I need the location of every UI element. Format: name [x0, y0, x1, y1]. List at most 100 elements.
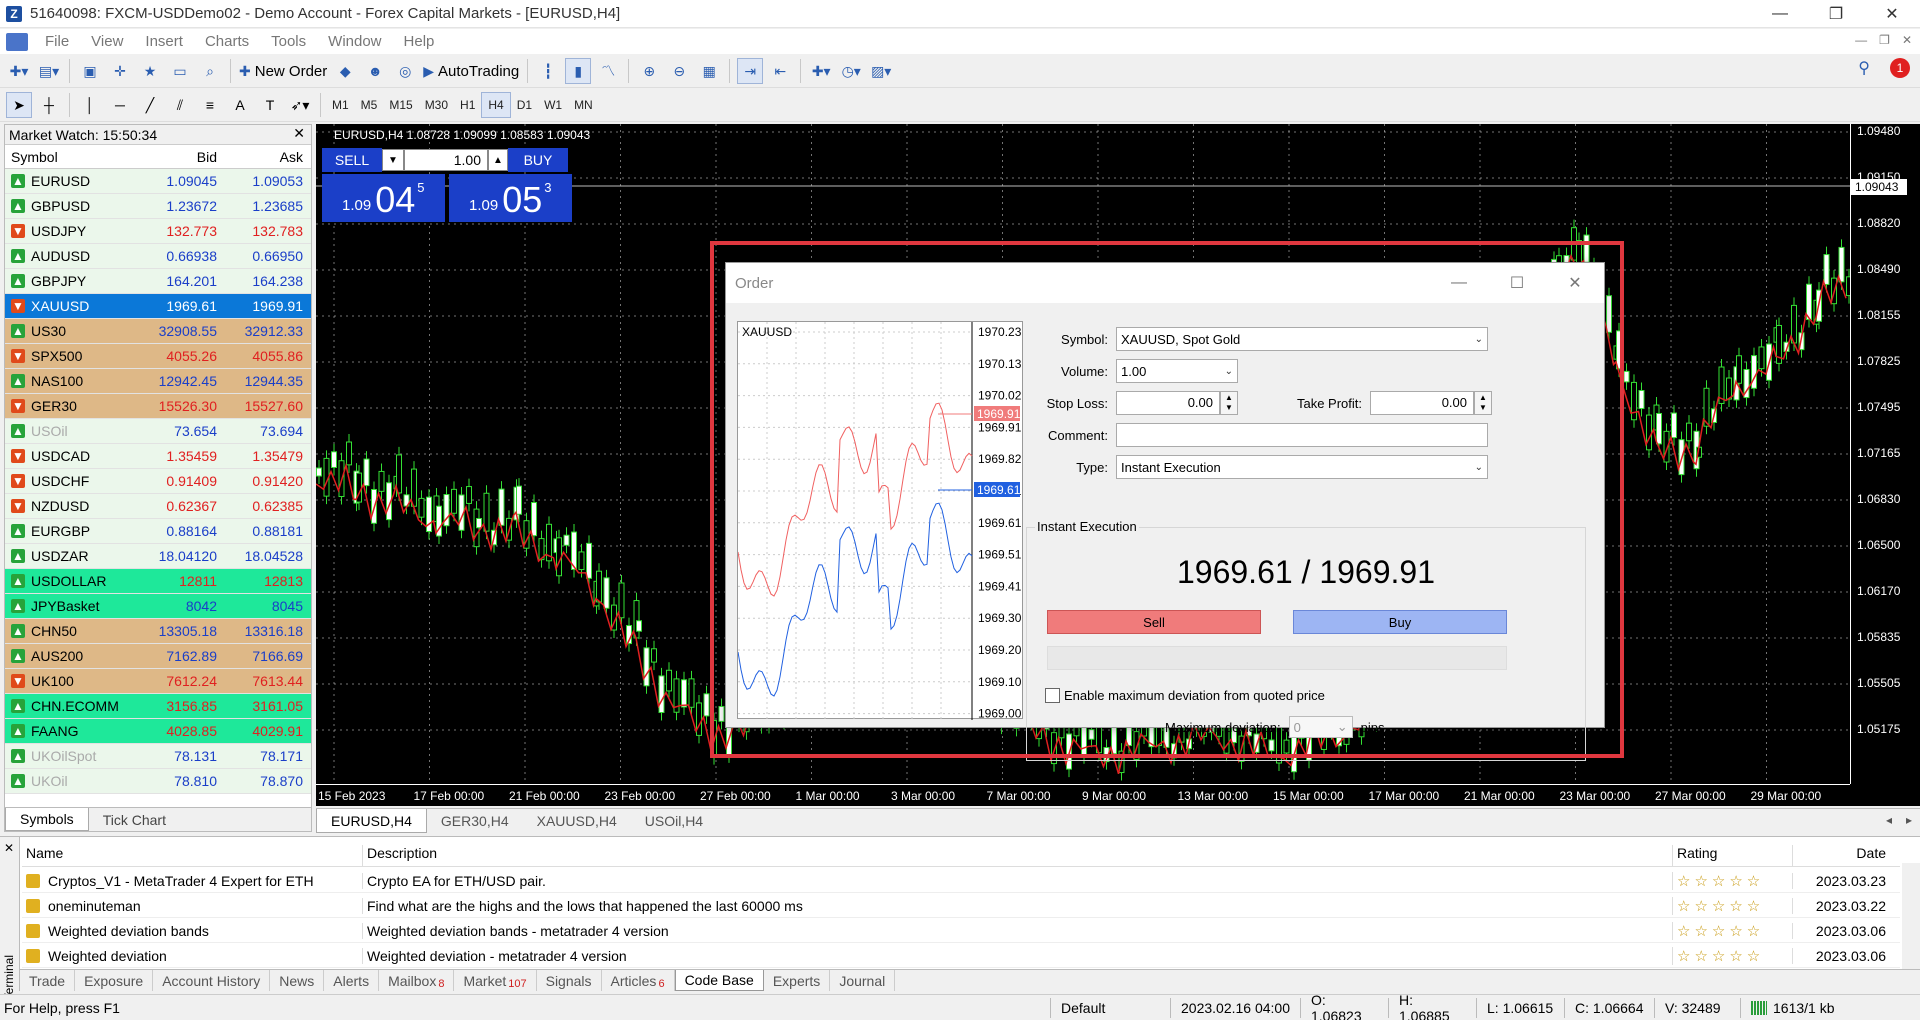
text-icon[interactable]: A: [227, 92, 253, 118]
one-click-buy-price[interactable]: 1.09 05 3: [449, 174, 572, 222]
close-icon[interactable]: ✕: [1546, 263, 1604, 303]
tf-h4[interactable]: H4: [481, 92, 511, 118]
mdi-window-icon[interactable]: [6, 32, 28, 51]
strategy-tester-icon[interactable]: ⌕: [197, 58, 223, 84]
chart-tab-xauusd[interactable]: XAUUSD,H4: [523, 809, 631, 833]
tf-d1[interactable]: D1: [511, 92, 538, 118]
terminal-icon[interactable]: ▭: [167, 58, 193, 84]
periods-icon[interactable]: ◷▾: [838, 58, 864, 84]
chart-tab-ger30[interactable]: GER30,H4: [427, 809, 523, 833]
market-watch-row[interactable]: ▲ UKOil 78.810 78.870: [5, 769, 311, 794]
notification-badge[interactable]: 1: [1890, 58, 1910, 78]
market-watch-row[interactable]: ▲ AUS200 7162.89 7166.69: [5, 644, 311, 669]
checkbox-icon[interactable]: [1045, 688, 1060, 703]
market-watch-row[interactable]: ▼ USDCAD 1.35459 1.35479: [5, 444, 311, 469]
arrows-icon[interactable]: ➶▾: [287, 92, 313, 118]
market-watch-row[interactable]: ▲ NAS100 12942.45 12944.35: [5, 369, 311, 394]
sell-button[interactable]: Sell: [1047, 610, 1261, 634]
terminal-tab-code-base[interactable]: Code Base: [674, 970, 764, 991]
terminal-tab-experts[interactable]: Experts: [764, 970, 831, 991]
menu-tools[interactable]: Tools: [260, 33, 317, 50]
zoom-in-icon[interactable]: ⊕: [636, 58, 662, 84]
market-watch-row[interactable]: ▲ USOil 73.654 73.694: [5, 419, 311, 444]
new-order-button[interactable]: ✚ New Order: [238, 58, 328, 84]
terminal-tab-market[interactable]: Market 107: [454, 970, 537, 991]
market-watch-row[interactable]: ▼ UK100 7612.24 7613.44: [5, 669, 311, 694]
metaeditor-icon[interactable]: ◆: [332, 58, 358, 84]
cursor-icon[interactable]: ➤: [6, 92, 32, 118]
profile-name[interactable]: Default: [1050, 997, 1170, 1018]
restore-button[interactable]: ❐: [1808, 0, 1864, 28]
col-description[interactable]: Description: [362, 845, 1672, 866]
menu-charts[interactable]: Charts: [194, 33, 260, 50]
line-chart-icon[interactable]: 〽: [595, 58, 621, 84]
tf-m30[interactable]: M30: [419, 92, 454, 118]
codebase-row[interactable]: Weighted deviation bands Weighted deviati…: [22, 919, 1900, 943]
menu-insert[interactable]: Insert: [134, 33, 194, 50]
bar-chart-icon[interactable]: ┇: [535, 58, 561, 84]
child-restore-icon[interactable]: ❐: [1879, 33, 1890, 47]
volume-stepper-icon[interactable]: ▲: [488, 149, 508, 171]
terminal-tab-mailbox[interactable]: Mailbox 8: [379, 970, 455, 991]
auto-scroll-icon[interactable]: ⇥: [737, 58, 764, 84]
market-watch-row[interactable]: ▲ CHN50 13305.18 13316.18: [5, 619, 311, 644]
market-watch-row[interactable]: ▲ JPYBasket 8042 8045: [5, 594, 311, 619]
deviation-select[interactable]: 0 ⌄: [1288, 716, 1353, 738]
comment-input[interactable]: [1116, 423, 1488, 447]
col-date[interactable]: Date: [1792, 845, 1900, 866]
market-watch-row[interactable]: ▲ USDOLLAR 12811 12813: [5, 569, 311, 594]
templates-icon[interactable]: ▨▾: [868, 58, 894, 84]
market-watch-row[interactable]: ▲ EURUSD 1.09045 1.09053: [5, 169, 311, 194]
col-symbol[interactable]: Symbol: [5, 149, 135, 165]
buy-button[interactable]: Buy: [1293, 610, 1507, 634]
symbol-select[interactable]: XAUUSD, Spot Gold ⌄: [1116, 327, 1488, 351]
market-watch-row[interactable]: ▼ GER30 15526.30 15527.60: [5, 394, 311, 419]
deviation-checkbox[interactable]: Enable maximum deviation from quoted pri…: [1045, 688, 1325, 703]
terminal-tab-news[interactable]: News: [270, 970, 325, 991]
tab-symbols[interactable]: Symbols: [5, 808, 89, 831]
chart-tab-usoil[interactable]: USOil,H4: [631, 809, 717, 833]
market-watch-row[interactable]: ▲ GBPUSD 1.23672 1.23685: [5, 194, 311, 219]
market-watch-row[interactable]: ▼ XAUUSD 1969.61 1969.91: [5, 294, 311, 319]
signals-icon[interactable]: ◎: [392, 58, 418, 84]
minimize-button[interactable]: —: [1752, 0, 1808, 28]
tf-w1[interactable]: W1: [538, 92, 568, 118]
price-axis[interactable]: 1.09480 1.09150 1.08820 1.08490 1.08155 1.078…: [1850, 124, 1920, 784]
maximize-icon[interactable]: ☐: [1488, 263, 1546, 303]
terminal-tab-journal[interactable]: Journal: [830, 970, 896, 991]
new-chart-button[interactable]: ✚▾: [6, 58, 32, 84]
text-label-icon[interactable]: T: [257, 92, 283, 118]
menu-view[interactable]: View: [80, 33, 134, 50]
tile-windows-icon[interactable]: ▦: [696, 58, 722, 84]
fibonacci-icon[interactable]: ≡: [197, 92, 223, 118]
menu-help[interactable]: Help: [393, 33, 446, 50]
tab-tick-chart[interactable]: Tick Chart: [89, 808, 180, 831]
one-click-volume-input[interactable]: 1.00: [404, 149, 488, 171]
order-type-select[interactable]: Instant Execution ⌄: [1116, 455, 1488, 479]
market-watch-toggle-icon[interactable]: ▣: [77, 58, 103, 84]
chat-icon[interactable]: ☻: [362, 58, 388, 84]
take-profit-stepper[interactable]: ▲ ▼: [1474, 391, 1492, 415]
terminal-tab-signals[interactable]: Signals: [537, 970, 602, 991]
market-watch-row[interactable]: ▲ US30 32908.55 32912.33: [5, 319, 311, 344]
time-axis[interactable]: 15 Feb 2023 17 Feb 00:00 21 Feb 00:00 23 Fe…: [316, 784, 1850, 806]
tf-m1[interactable]: M1: [326, 92, 355, 118]
one-click-sell-button[interactable]: SELL: [322, 148, 382, 172]
zoom-out-icon[interactable]: ⊖: [666, 58, 692, 84]
col-bid[interactable]: Bid: [135, 149, 223, 165]
terminal-tab-account-history[interactable]: Account History: [153, 970, 271, 991]
market-watch-row[interactable]: ▼ NZDUSD 0.62367 0.62385: [5, 494, 311, 519]
chart-tab-eurusd[interactable]: EURUSD,H4: [316, 809, 427, 833]
chevron-right-icon[interactable]: ▸: [1906, 813, 1912, 827]
market-watch-row[interactable]: ▼ USDCHF 0.91409 0.91420: [5, 469, 311, 494]
col-name[interactable]: Name: [22, 845, 362, 866]
child-close-icon[interactable]: ✕: [1902, 33, 1912, 47]
trendline-icon[interactable]: ╱: [137, 92, 163, 118]
terminal-tab-trade[interactable]: Trade: [20, 970, 76, 991]
one-click-sell-price[interactable]: 1.09 04 5: [322, 174, 445, 222]
close-button[interactable]: ✕: [1864, 0, 1920, 28]
stop-loss-input[interactable]: 0.00: [1116, 391, 1220, 415]
navigator-icon[interactable]: ★: [137, 58, 163, 84]
stop-loss-stepper[interactable]: ▲ ▼: [1220, 391, 1238, 415]
tf-m15[interactable]: M15: [383, 92, 418, 118]
